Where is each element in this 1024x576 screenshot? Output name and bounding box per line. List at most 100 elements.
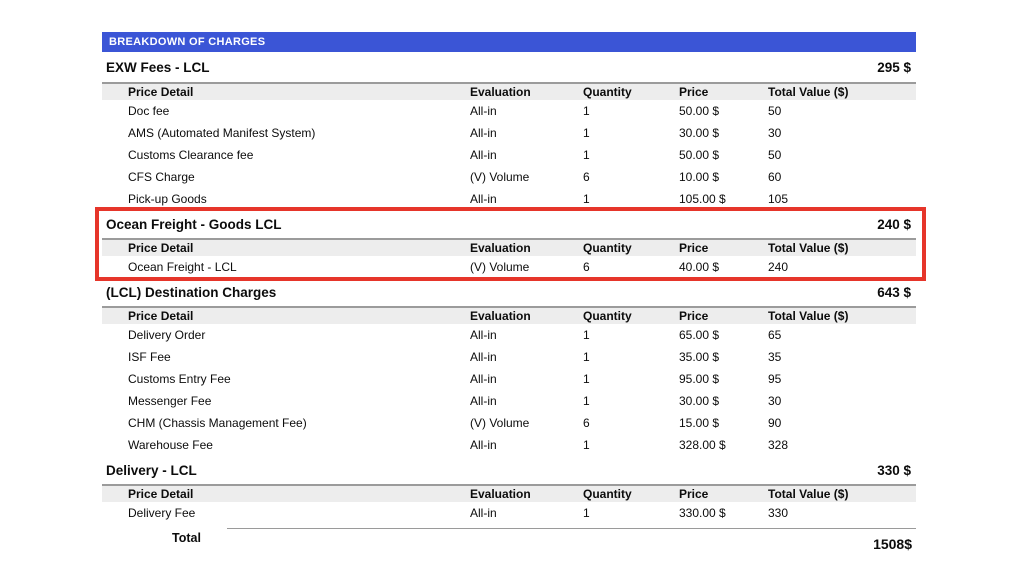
column-header-row: Price Detail Evaluation Quantity Price T… [102,82,916,100]
cell-detail: CHM (Chassis Management Fee) [102,416,470,430]
cell-evaluation: (V) Volume [470,260,583,274]
section-title-row: Ocean Freight - Goods LCL 240 $ [102,210,916,238]
section-lcl-destination-charges: (LCL) Destination Charges 643 $ Price De… [102,278,916,456]
column-header-row: Price Detail Evaluation Quantity Price T… [102,306,916,324]
column-header-total-value: Total Value ($) [768,309,916,323]
section-title: (LCL) Destination Charges [106,285,276,300]
cell-total-value: 330 [768,506,916,520]
charge-row: CFS Charge (V) Volume 6 10.00 $ 60 [102,166,916,188]
cell-evaluation: All-in [470,192,583,206]
cell-total-value: 30 [768,394,916,408]
cell-detail: Warehouse Fee [102,438,470,452]
cell-quantity: 1 [583,438,679,452]
grand-total-value: 1508$ [873,536,912,552]
charge-row: Delivery Order All-in 1 65.00 $ 65 [102,324,916,346]
column-header-total-value: Total Value ($) [768,85,916,99]
cell-total-value: 105 [768,192,916,206]
cell-quantity: 6 [583,260,679,274]
cell-total-value: 50 [768,148,916,162]
section-ocean-freight-goods-lcl: Ocean Freight - Goods LCL 240 $ Price De… [102,210,916,278]
cell-price: 15.00 $ [679,416,768,430]
cell-total-value: 50 [768,104,916,118]
cell-quantity: 1 [583,192,679,206]
cell-quantity: 1 [583,372,679,386]
cell-detail: Ocean Freight - LCL [102,260,470,274]
column-header-evaluation: Evaluation [470,241,583,255]
cell-detail: ISF Fee [102,350,470,364]
section-title: Delivery - LCL [106,463,197,478]
column-header-price-detail: Price Detail [102,85,470,99]
cell-price: 40.00 $ [679,260,768,274]
section-exw-fees-lcl: EXW Fees - LCL 295 $ Price Detail Evalua… [102,52,916,210]
cell-evaluation: All-in [470,394,583,408]
charge-row: Ocean Freight - LCL (V) Volume 6 40.00 $… [102,256,916,278]
cell-quantity: 1 [583,350,679,364]
cell-price: 105.00 $ [679,192,768,206]
column-header-quantity: Quantity [583,309,679,323]
column-header-evaluation: Evaluation [470,309,583,323]
cell-price: 30.00 $ [679,394,768,408]
cell-detail: Doc fee [102,104,470,118]
column-header-total-value: Total Value ($) [768,241,916,255]
cell-detail: Messenger Fee [102,394,470,408]
cell-total-value: 90 [768,416,916,430]
column-header-price-detail: Price Detail [102,241,470,255]
cell-total-value: 30 [768,126,916,140]
charge-row: Pick-up Goods All-in 1 105.00 $ 105 [102,188,916,210]
cell-evaluation: All-in [470,350,583,364]
column-header-quantity: Quantity [583,487,679,501]
cell-total-value: 240 [768,260,916,274]
cell-price: 30.00 $ [679,126,768,140]
column-header-evaluation: Evaluation [470,487,583,501]
column-header-price-detail: Price Detail [102,309,470,323]
cell-evaluation: All-in [470,328,583,342]
column-header-price-detail: Price Detail [102,487,470,501]
cell-detail: Delivery Order [102,328,470,342]
cell-price: 10.00 $ [679,170,768,184]
charge-row: Delivery Fee All-in 1 330.00 $ 330 [102,502,916,524]
charge-row: Customs Entry Fee All-in 1 95.00 $ 95 [102,368,916,390]
column-header-quantity: Quantity [583,241,679,255]
cell-price: 50.00 $ [679,104,768,118]
column-header-row: Price Detail Evaluation Quantity Price T… [102,484,916,502]
charges-document: BREAKDOWN OF CHARGES EXW Fees - LCL 295 … [102,32,916,552]
column-header-price: Price [679,241,768,255]
charge-row: Customs Clearance fee All-in 1 50.00 $ 5… [102,144,916,166]
section-title-row: EXW Fees - LCL 295 $ [102,52,916,82]
section-total: 643 $ [877,285,911,300]
charge-row: AMS (Automated Manifest System) All-in 1… [102,122,916,144]
grand-total-label: Total [172,528,201,552]
section-delivery-lcl: Delivery - LCL 330 $ Price Detail Evalua… [102,456,916,524]
cell-price: 35.00 $ [679,350,768,364]
cell-evaluation: All-in [470,126,583,140]
cell-detail: Customs Clearance fee [102,148,470,162]
section-title: Ocean Freight - Goods LCL [106,217,282,232]
column-header-row: Price Detail Evaluation Quantity Price T… [102,238,916,256]
section-total: 240 $ [877,217,911,232]
column-header-price: Price [679,309,768,323]
cell-quantity: 1 [583,104,679,118]
cell-evaluation: (V) Volume [470,170,583,184]
cell-total-value: 60 [768,170,916,184]
section-total: 330 $ [877,463,911,478]
column-header-price: Price [679,85,768,99]
cell-total-value: 35 [768,350,916,364]
section-title: EXW Fees - LCL [106,60,210,75]
section-title-row: Delivery - LCL 330 $ [102,456,916,484]
cell-evaluation: All-in [470,506,583,520]
charges-title-bar: BREAKDOWN OF CHARGES [102,32,916,52]
section-total: 295 $ [877,60,911,75]
cell-evaluation: All-in [470,438,583,452]
cell-detail: Customs Entry Fee [102,372,470,386]
cell-price: 95.00 $ [679,372,768,386]
section-title-row: (LCL) Destination Charges 643 $ [102,278,916,306]
cell-evaluation: All-in [470,372,583,386]
cell-quantity: 1 [583,506,679,520]
cell-price: 50.00 $ [679,148,768,162]
charge-row: Messenger Fee All-in 1 30.00 $ 30 [102,390,916,412]
column-header-quantity: Quantity [583,85,679,99]
charge-row: Warehouse Fee All-in 1 328.00 $ 328 [102,434,916,456]
cell-quantity: 6 [583,416,679,430]
cell-total-value: 65 [768,328,916,342]
cell-evaluation: All-in [470,148,583,162]
